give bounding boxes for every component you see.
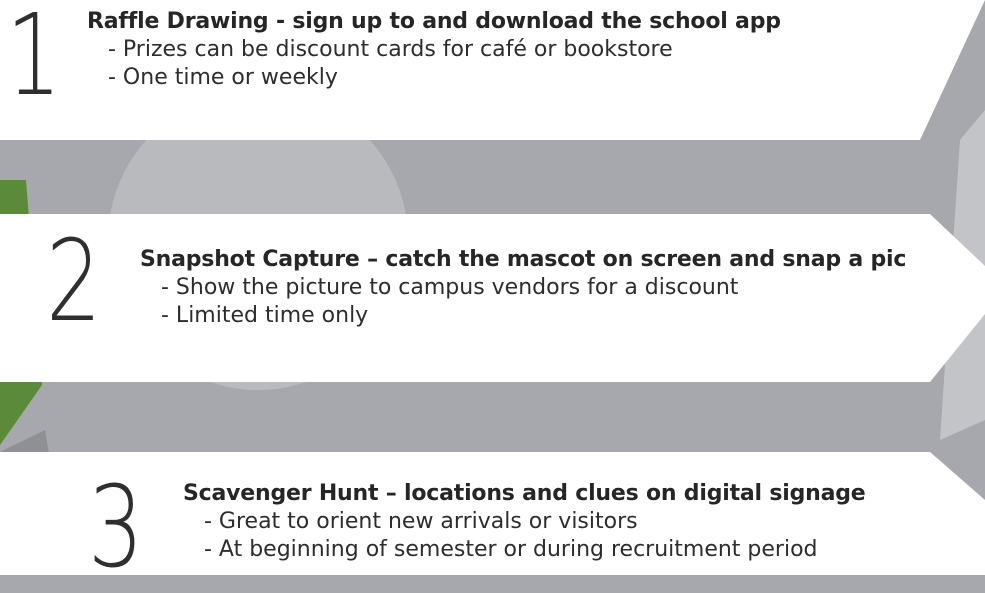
step-content-1: Raffle Drawing - sign up to and download… xyxy=(87,8,781,92)
step-bullet-2-1: - Show the picture to campus vendors for… xyxy=(161,275,739,300)
step-number-1: 1 xyxy=(6,0,62,121)
step-title-1: Raffle Drawing - sign up to and download… xyxy=(87,9,781,34)
step-title-2: Snapshot Capture – catch the mascot on s… xyxy=(140,247,907,272)
step-bullet-2-2: - Limited time only xyxy=(161,303,369,328)
step-bullet-3-1: - Great to orient new arrivals or visito… xyxy=(204,509,638,534)
step-bullet-3-2: - At beginning of semester or during rec… xyxy=(204,537,818,562)
step-bullet-1-2: - One time or weekly xyxy=(108,65,338,90)
step-bullet-1-1: - Prizes can be discount cards for café … xyxy=(108,37,673,62)
step-number-3: 3 xyxy=(88,463,144,593)
step-content-2: Snapshot Capture – catch the mascot on s… xyxy=(140,246,906,330)
step-content-3: Scavenger Hunt – locations and clues on … xyxy=(183,480,866,564)
step-number-2: 2 xyxy=(46,217,102,347)
step-title-3: Scavenger Hunt – locations and clues on … xyxy=(183,481,866,506)
